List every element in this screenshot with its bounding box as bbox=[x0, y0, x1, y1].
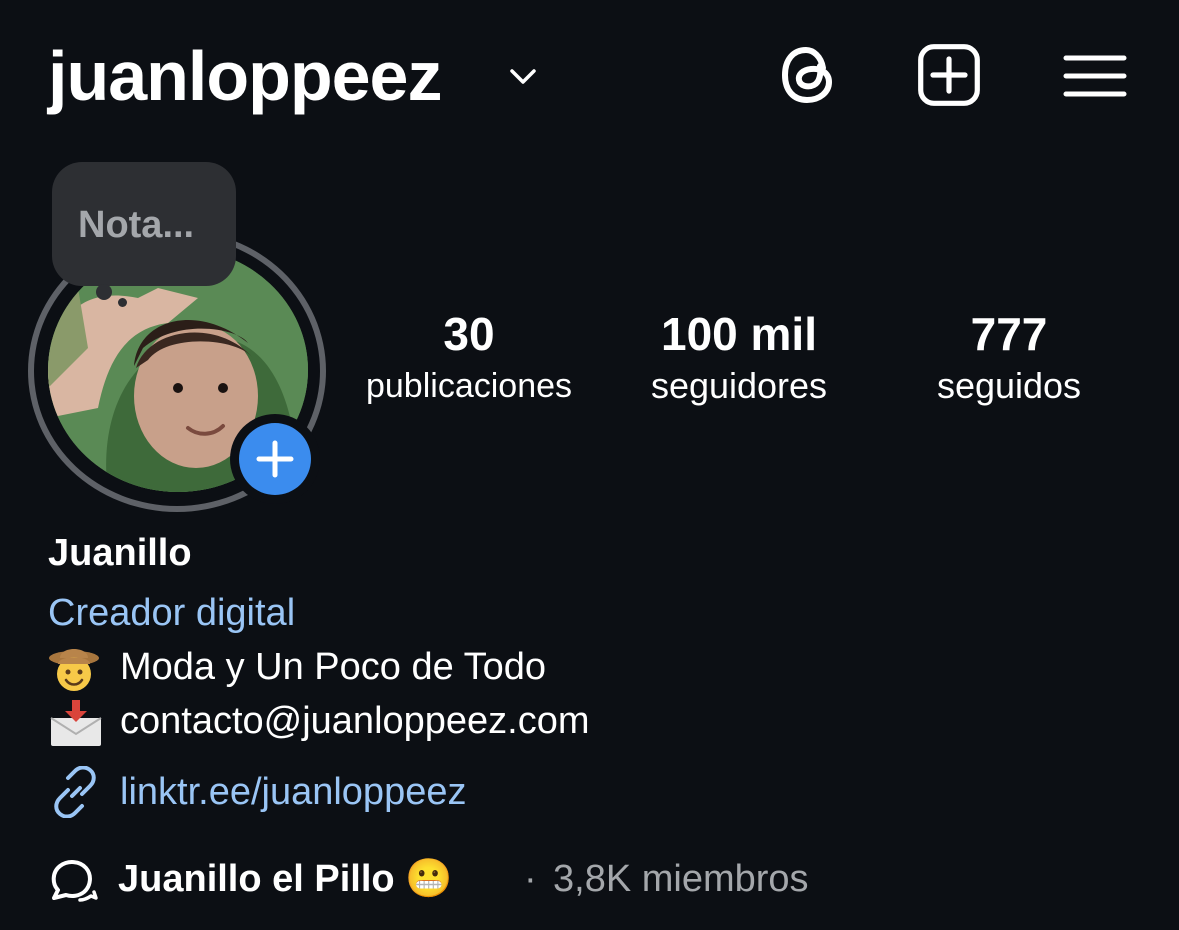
bio-line-1-text: Moda y Un Poco de Todo bbox=[120, 646, 547, 688]
stat-followers-label: seguidores bbox=[650, 365, 828, 406]
link-icon bbox=[54, 766, 96, 818]
stat-following-value: 777 bbox=[970, 308, 1048, 360]
channel-icon bbox=[51, 860, 98, 902]
bio-line-2: contacto@juanloppeez.com bbox=[48, 698, 590, 746]
stat-following-label: seguidos bbox=[936, 365, 1082, 406]
stat-posts[interactable]: 30 publicaciones bbox=[340, 310, 598, 414]
bio-line-1: Moda y Un Poco de Todo bbox=[48, 644, 546, 692]
stat-posts-label: publicaciones bbox=[365, 367, 573, 405]
envelope-arrow-emoji bbox=[48, 699, 106, 746]
stat-following[interactable]: 777 seguidos bbox=[900, 310, 1118, 414]
add-story-button[interactable] bbox=[230, 414, 320, 504]
create-post-icon[interactable] bbox=[916, 40, 982, 110]
channel-separator: · bbox=[524, 858, 537, 900]
threads-icon[interactable] bbox=[776, 40, 842, 110]
cowboy-face-emoji bbox=[48, 646, 106, 692]
channel-name[interactable]: Juanillo el Pillo 😬 bbox=[118, 856, 453, 902]
profile-username[interactable]: juanloppeez bbox=[48, 34, 442, 118]
broadcast-channel[interactable]: Juanillo el Pillo 😬 · 3,8K miembros bbox=[48, 852, 948, 908]
stat-followers[interactable]: 100 mil seguidores bbox=[612, 310, 866, 414]
profile-category: Creador digital bbox=[48, 592, 296, 634]
stat-posts-value: 30 bbox=[443, 308, 495, 360]
note-tail-dot-small bbox=[118, 298, 127, 307]
note-tail-dot bbox=[96, 284, 112, 300]
display-name: Juanillo bbox=[48, 532, 192, 574]
channel-members: 3,8K miembros bbox=[553, 858, 809, 900]
stat-followers-value: 100 mil bbox=[661, 308, 817, 360]
chevron-down-icon[interactable] bbox=[505, 58, 541, 94]
note-bubble[interactable]: Nota... bbox=[52, 162, 236, 286]
add-story-circle bbox=[239, 423, 311, 495]
plus-icon bbox=[256, 440, 294, 478]
profile-link-text[interactable]: linktr.ee/juanloppeez bbox=[120, 766, 466, 818]
menu-icon[interactable] bbox=[1062, 40, 1128, 110]
bio-line-2-text: contacto@juanloppeez.com bbox=[120, 700, 590, 742]
